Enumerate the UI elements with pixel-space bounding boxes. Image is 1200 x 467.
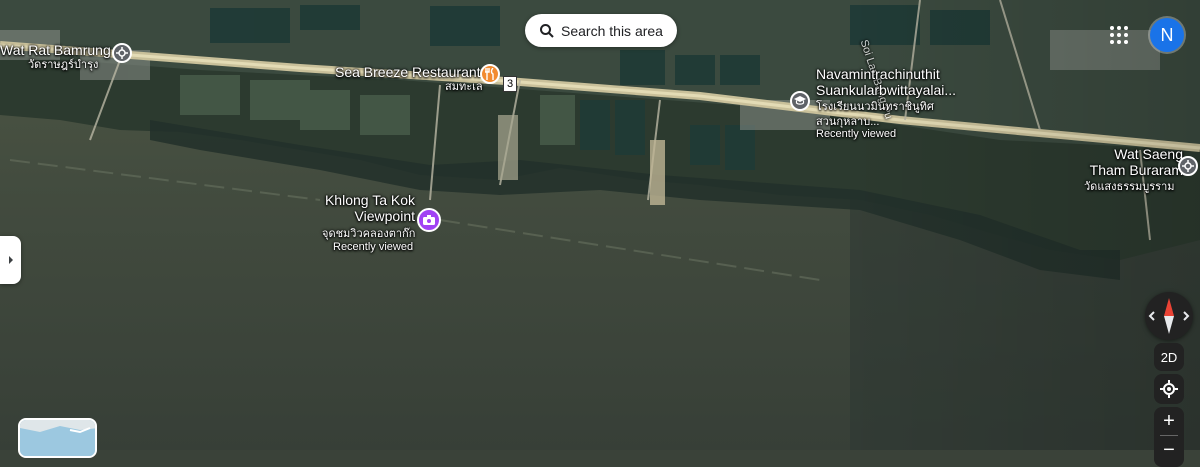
zoom-out-button[interactable]: −: [1154, 436, 1184, 464]
compass-icon: [1145, 292, 1193, 345]
recently-viewed-note: Recently viewed: [333, 241, 414, 253]
route-shield: 3: [503, 76, 517, 92]
place-name: Wat Saeng Tham Buraram: [1089, 146, 1183, 178]
recently-viewed-note: Recently viewed: [816, 128, 897, 140]
route-number: 3: [506, 78, 514, 90]
search-this-area-button[interactable]: Search this area: [525, 14, 677, 47]
place-native-name: วัดแสงธรรมบูรราม: [1084, 181, 1175, 193]
search-icon: [539, 23, 555, 39]
compass-button[interactable]: [1145, 292, 1193, 340]
place-native-name: โรงเรียนนวมินทราชินูทิศ สวนกุหลาบ...: [816, 101, 934, 128]
temple-icon[interactable]: [1178, 156, 1198, 176]
place-name: Sea Breeze Restaurant: [335, 64, 481, 80]
account-avatar[interactable]: N: [1150, 18, 1184, 52]
apps-grid-icon[interactable]: [1108, 24, 1130, 46]
place-native-name: วัดราษฎร์บำรุง: [28, 59, 99, 71]
account-initial: N: [1160, 24, 1174, 45]
satellite-map[interactable]: [0, 0, 1200, 450]
temple-icon[interactable]: [112, 43, 132, 63]
chevron-right-icon: [7, 255, 15, 265]
place-native-name: สมทะเล: [445, 81, 483, 93]
my-location-icon: [1160, 380, 1178, 398]
zoom-controls: + −: [1154, 407, 1184, 467]
zoom-in-button[interactable]: +: [1154, 407, 1184, 435]
school-icon[interactable]: [790, 91, 810, 111]
view-mode-label: 2D: [1160, 349, 1178, 365]
place-name: Khlong Ta Kok Viewpoint: [324, 192, 415, 224]
search-this-area-label: Search this area: [561, 22, 663, 39]
restaurant-icon[interactable]: [480, 64, 500, 84]
place-name: Navamintrachinuthit Suankularbwittayalai…: [816, 66, 957, 98]
camera-icon[interactable]: [417, 208, 441, 232]
my-location-button[interactable]: [1154, 374, 1184, 404]
side-panel-toggle[interactable]: [0, 236, 21, 284]
view-mode-2d-button[interactable]: 2D: [1154, 343, 1184, 371]
layers-thumbnail[interactable]: [18, 418, 97, 458]
place-name: Wat Rat Bamrung: [0, 42, 111, 58]
